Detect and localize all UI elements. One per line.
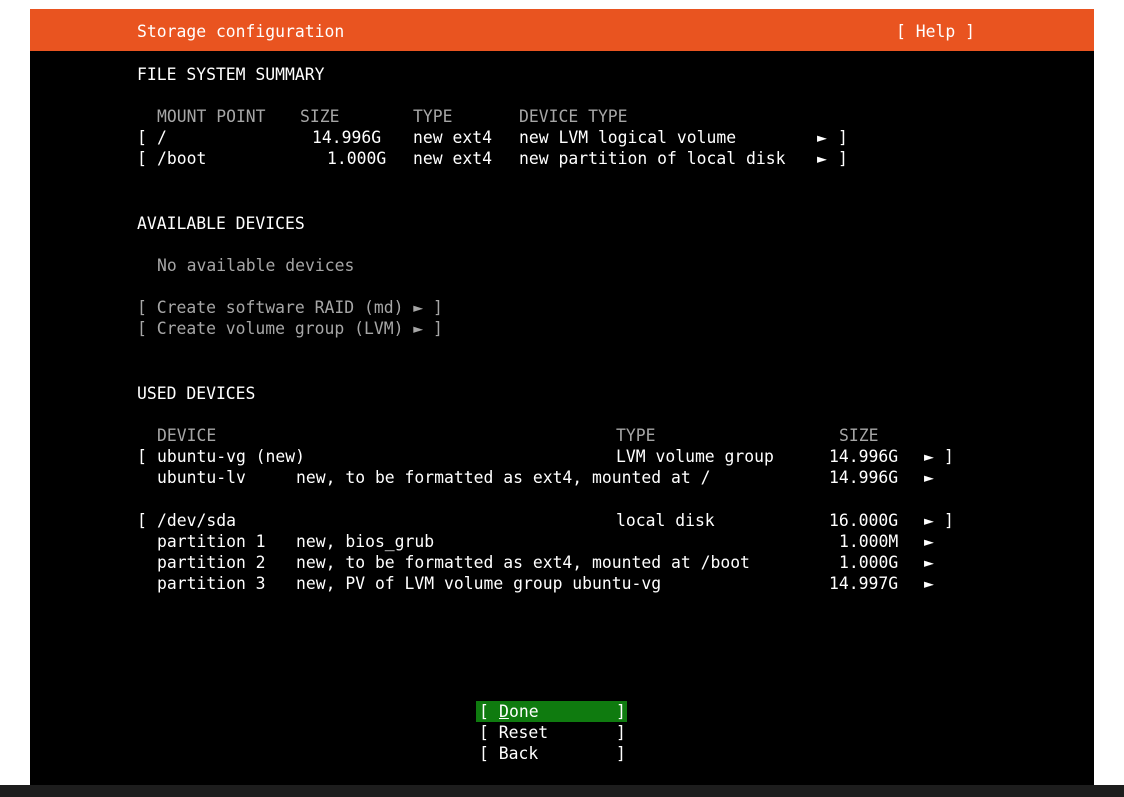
partition-name: partition 2 <box>157 553 266 572</box>
partition-description: new, to be formatted as ext4, mounted at… <box>296 553 750 572</box>
title-bar: Storage configuration [ Help ] <box>30 9 1094 51</box>
row-close-bracket: ] <box>944 447 954 466</box>
done-hotkey: D <box>499 702 509 721</box>
lv-size: 14.996G <box>829 468 899 487</box>
done-close-bracket: ] <box>616 702 626 721</box>
arrow-right-icon: ► <box>817 149 827 168</box>
col-mount-point: MOUNT POINT <box>157 107 266 126</box>
row-open-bracket: [ <box>137 149 147 168</box>
fs-summary-heading: FILE SYSTEM SUMMARY <box>137 65 325 84</box>
partition-description: new, PV of LVM volume group ubuntu-vg <box>296 574 662 593</box>
col-size: SIZE <box>839 426 879 445</box>
done-label: one <box>509 702 539 721</box>
partition-name: partition 1 <box>157 532 266 551</box>
fs-type: new ext4 <box>413 149 492 168</box>
partition-size: 1.000G <box>839 553 899 572</box>
partition-description: new, bios_grub <box>296 532 435 551</box>
help-button[interactable]: [ Help ] <box>896 21 975 42</box>
partition-name: partition 3 <box>157 574 266 593</box>
arrow-right-icon: ► <box>924 447 934 466</box>
device-type: new LVM logical volume <box>519 128 737 147</box>
create-vg-button[interactable]: [ Create volume group (LVM) ► ] <box>137 318 443 339</box>
available-devices-heading: AVAILABLE DEVICES <box>137 214 305 233</box>
device-name: ubuntu-vg (new) <box>157 447 306 466</box>
row-open-bracket: [ <box>137 511 147 530</box>
create-raid-button[interactable]: [ Create software RAID (md) ► ] <box>137 297 443 318</box>
row-close-bracket: ] <box>838 128 848 147</box>
reset-label: [ Reset <box>479 723 549 742</box>
done-button[interactable]: [ D one ] <box>476 701 627 722</box>
device-type: LVM volume group <box>616 447 774 466</box>
arrow-right-icon[interactable]: ► <box>924 573 934 594</box>
col-type: TYPE <box>616 426 656 445</box>
partition-size: 14.997G <box>829 574 899 593</box>
fs-type: new ext4 <box>413 128 492 147</box>
col-size: SIZE <box>300 107 340 126</box>
col-device-type: DEVICE TYPE <box>519 107 628 126</box>
bottom-border <box>0 785 1124 797</box>
arrow-right-icon: ► <box>924 511 934 530</box>
mount-point: / <box>157 128 167 147</box>
lv-description: new, to be formatted as ext4, mounted at… <box>296 468 711 487</box>
device-name: /dev/sda <box>157 511 236 530</box>
row-close-bracket: ] <box>838 149 848 168</box>
size: 1.000G <box>327 149 387 168</box>
used-devices-heading: USED DEVICES <box>137 384 256 403</box>
col-device: DEVICE <box>157 426 217 445</box>
device-size: 14.996G <box>829 447 899 466</box>
row-open-bracket: [ <box>137 447 147 466</box>
row-open-bracket: [ <box>137 128 147 147</box>
installer-screen: Storage configuration [ Help ] FILE SYST… <box>30 9 1094 785</box>
back-label: [ Back <box>479 744 539 763</box>
row-close-bracket: ] <box>944 511 954 530</box>
device-size: 16.000G <box>829 511 899 530</box>
arrow-right-icon[interactable]: ► <box>924 552 934 573</box>
arrow-right-icon[interactable]: ► <box>924 467 934 488</box>
lv-name: ubuntu-lv <box>157 468 246 487</box>
partition-size: 1.000M <box>839 532 899 551</box>
col-type: TYPE <box>413 107 453 126</box>
arrow-right-icon: ► <box>817 128 827 147</box>
arrow-right-icon[interactable]: ► <box>924 531 934 552</box>
screen-title: Storage configuration <box>137 22 345 41</box>
done-open-bracket: [ <box>479 702 499 721</box>
no-devices-text: No available devices <box>157 256 355 275</box>
back-close-bracket: ] <box>616 744 626 763</box>
device-type: new partition of local disk <box>519 149 786 168</box>
mount-point: /boot <box>157 149 207 168</box>
reset-close-bracket: ] <box>616 723 626 742</box>
size: 14.996G <box>312 128 382 147</box>
device-type: local disk <box>616 511 715 530</box>
